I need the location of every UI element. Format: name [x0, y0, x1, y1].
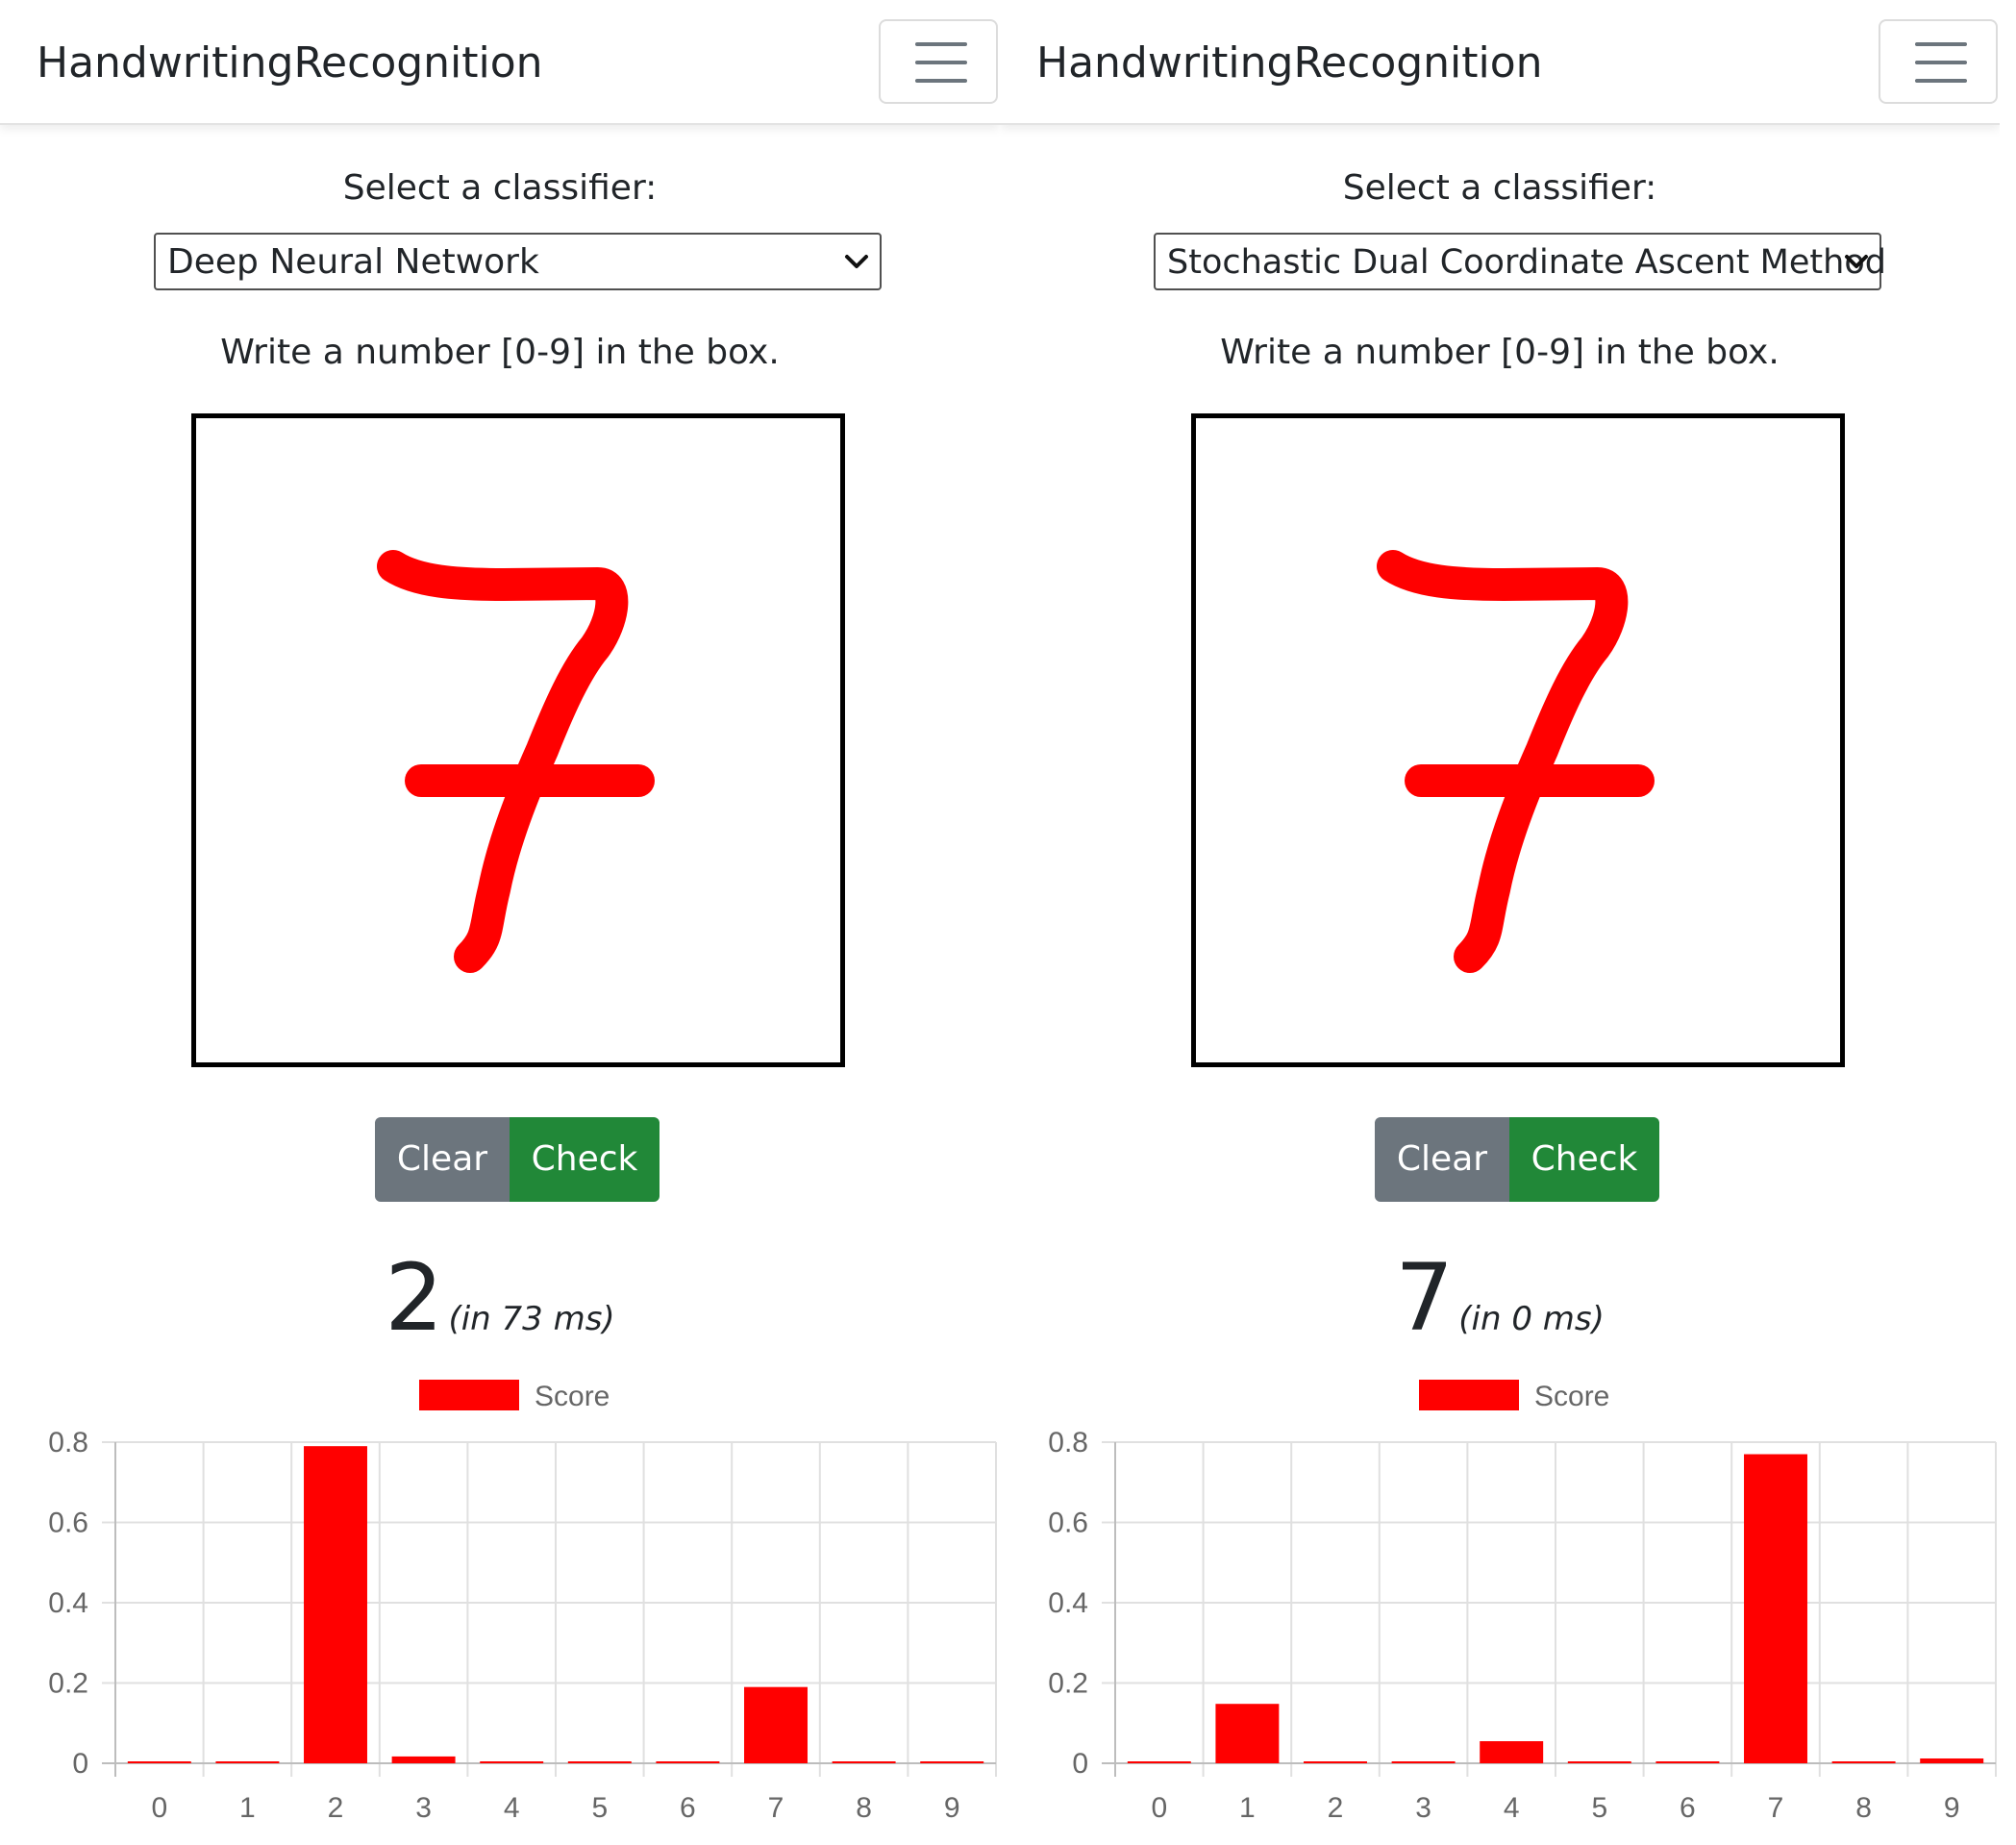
clear-button[interactable]: Clear: [1375, 1117, 1509, 1202]
classifier-selected-value: Deep Neural Network: [167, 242, 539, 282]
instruction-text: Write a number [0-9] in the box.: [1220, 333, 1780, 372]
classifier-label: Select a classifier:: [342, 168, 658, 208]
score-chart: Score 0 0.2 0.4 0.6 0.8 0 1 2 3 4 5 6 7 8 9: [0, 1365, 1000, 1845]
score-bar-chart: Score 0 0.2 0.4 0.6 0.8 0 1 2 3 4 5 6 7 8 9: [1048, 1380, 1997, 1824]
y-tick-label: 0.2: [48, 1668, 88, 1700]
navbar: HandwritingRecognition: [0, 0, 1000, 125]
drawn-digit-stroke: [377, 550, 655, 973]
classifier-selected-value: Stochastic Dual Coordinate Ascent Method: [1167, 243, 1886, 282]
y-tick-label: 0.6: [48, 1508, 88, 1539]
navbar-toggler-button[interactable]: [879, 19, 998, 104]
x-tick-label: 7: [1768, 1792, 1784, 1824]
prediction-time: (in 73 ms): [448, 1300, 615, 1338]
score-bar-7: [744, 1686, 808, 1763]
check-button[interactable]: Check: [1509, 1117, 1659, 1202]
score-bar-0: [1127, 1761, 1191, 1763]
prediction-result: 2 (in 73 ms): [0, 1250, 1000, 1346]
predicted-digit: 7: [1395, 1244, 1455, 1352]
chart-legend: Score: [1419, 1380, 1609, 1412]
x-tick-label: 0: [151, 1792, 167, 1824]
classifier-select[interactable]: Stochastic Dual Coordinate Ascent Method: [1154, 233, 1886, 290]
chevron-down-icon: [1845, 255, 1868, 268]
brand-link[interactable]: HandwritingRecognition: [37, 37, 543, 90]
score-bar-9: [920, 1761, 984, 1763]
legend-label: Score: [535, 1381, 610, 1412]
clear-button[interactable]: Clear: [375, 1117, 510, 1202]
x-tick-label: 2: [328, 1792, 344, 1824]
x-tick-label: 2: [1328, 1792, 1344, 1824]
prediction-result: 7 (in 0 ms): [1000, 1250, 2000, 1346]
x-tick-label: 6: [1680, 1792, 1696, 1824]
score-bar-5: [567, 1761, 632, 1763]
x-tick-label: 1: [239, 1792, 256, 1824]
brand-link[interactable]: HandwritingRecognition: [1036, 37, 1543, 90]
navbar-toggler-button[interactable]: [1879, 19, 1998, 104]
y-tick-label: 0.4: [48, 1587, 88, 1619]
classifier-label: Select a classifier:: [1342, 168, 1657, 208]
y-tick-label: 0.8: [48, 1427, 88, 1459]
classifier-select[interactable]: Deep Neural Network: [154, 233, 882, 290]
x-tick-label: 4: [1504, 1792, 1520, 1824]
score-bar-6: [1655, 1761, 1720, 1763]
x-tick-label: 6: [680, 1792, 696, 1824]
score-bar-4: [480, 1761, 544, 1763]
x-tick-label: 7: [768, 1792, 784, 1824]
score-bar-3: [1391, 1761, 1456, 1763]
legend-swatch: [1419, 1380, 1519, 1410]
score-bar-2: [304, 1446, 367, 1763]
x-tick-label: 1: [1239, 1792, 1256, 1824]
score-chart: Score 0 0.2 0.4 0.6 0.8 0 1 2 3 4 5 6 7 8 9: [1000, 1365, 2000, 1845]
score-bar-6: [656, 1761, 720, 1763]
x-tick-label: 8: [1855, 1792, 1872, 1824]
y-tick-label: 0.2: [1048, 1668, 1088, 1700]
x-tick-label: 0: [1151, 1792, 1167, 1824]
instruction-text: Write a number [0-9] in the box.: [220, 333, 780, 372]
y-tick-label: 0: [72, 1748, 88, 1780]
x-tick-label: 5: [1591, 1792, 1607, 1824]
x-tick-label: 5: [591, 1792, 608, 1824]
x-tick-label: 9: [1944, 1792, 1960, 1824]
y-tick-label: 0: [1072, 1748, 1088, 1780]
score-bar-4: [1480, 1741, 1544, 1763]
score-bar-0: [127, 1761, 191, 1763]
x-tick-label: 4: [504, 1792, 520, 1824]
navbar: HandwritingRecognition: [1000, 0, 2000, 125]
chevron-down-icon: [845, 255, 868, 268]
x-tick-label: 8: [856, 1792, 872, 1824]
score-bar-7: [1744, 1454, 1807, 1763]
score-bar-1: [215, 1761, 280, 1763]
drawn-digit-stroke: [1377, 550, 1655, 973]
x-tick-label: 9: [944, 1792, 960, 1824]
score-bar-8: [832, 1761, 896, 1763]
y-tick-label: 0.6: [1048, 1508, 1088, 1539]
left-panel: HandwritingRecognition Select a classifi…: [0, 0, 1000, 1845]
drawing-canvas[interactable]: [1191, 413, 1845, 1067]
right-panel: HandwritingRecognition Select a classifi…: [1000, 0, 2000, 1845]
score-bar-2: [1304, 1761, 1367, 1763]
score-bar-9: [1920, 1758, 1984, 1763]
score-bar-3: [391, 1756, 456, 1763]
y-tick-label: 0.4: [1048, 1587, 1088, 1619]
prediction-time: (in 0 ms): [1458, 1300, 1605, 1338]
check-button[interactable]: Check: [510, 1117, 660, 1202]
legend-label: Score: [1534, 1381, 1609, 1412]
chart-legend: Score: [419, 1380, 610, 1412]
predicted-digit: 2: [385, 1244, 444, 1352]
x-tick-label: 3: [415, 1792, 432, 1824]
drawing-canvas[interactable]: [191, 413, 845, 1067]
score-bar-chart: Score 0 0.2 0.4 0.6 0.8 0 1 2 3 4 5 6 7 8 9: [48, 1380, 997, 1824]
score-bar-5: [1567, 1761, 1631, 1763]
y-tick-label: 0.8: [1048, 1427, 1088, 1459]
score-bar-8: [1831, 1761, 1896, 1763]
score-bar-1: [1215, 1704, 1280, 1763]
legend-swatch: [419, 1380, 519, 1410]
x-tick-label: 3: [1415, 1792, 1431, 1824]
